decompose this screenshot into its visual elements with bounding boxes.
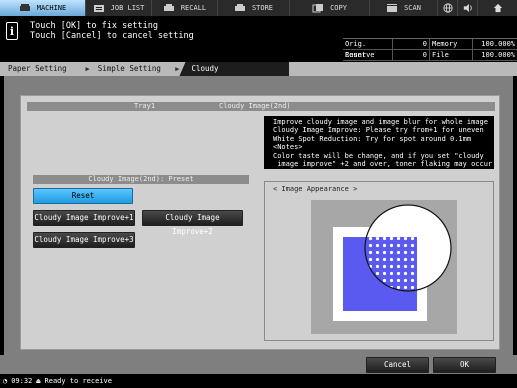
job-list-icon xyxy=(93,4,104,12)
tab-machine[interactable]: MACHINE xyxy=(0,0,86,16)
preset-header: Cloudy Image(2nd): Preset xyxy=(33,175,249,184)
tab-scan-label: SCAN xyxy=(404,4,421,12)
tab-store-label: STORE xyxy=(251,4,274,12)
recall-icon xyxy=(163,3,174,11)
volume-icon xyxy=(463,3,472,13)
scan-icon xyxy=(387,3,398,12)
cloudy-improve-3-button[interactable]: Cloudy Image Improve+3 xyxy=(33,232,135,248)
tab-job-list[interactable]: JOB LIST xyxy=(86,0,152,16)
tab-machine-label: MACHINE xyxy=(36,4,67,12)
volume-button[interactable] xyxy=(458,0,478,16)
status-footer: ◔ 09:32 ⏏ Ready to receive xyxy=(0,374,517,388)
breadcrumb-simple-setting[interactable]: Simple Setting xyxy=(90,62,176,76)
tray-label: Tray1 xyxy=(134,102,156,110)
globe-button[interactable] xyxy=(438,0,458,16)
image-appearance-title: < Image Appearance > xyxy=(273,185,358,193)
instruction-line-1: Touch [OK] to fix setting xyxy=(30,21,158,31)
chevron-right-icon: ▶ xyxy=(175,65,180,73)
reserve-job-value: 0 xyxy=(393,50,430,60)
tab-job-list-label: JOB LIST xyxy=(110,4,145,12)
instruction-line-2: Touch [Cancel] to cancel setting xyxy=(30,31,194,41)
copy-icon xyxy=(312,3,324,12)
printer-status-icon: ⏏ xyxy=(36,377,41,385)
counter-row: Orig. Count 0 Memory 100.000% xyxy=(343,39,517,59)
machine-icon xyxy=(19,3,30,11)
home-icon xyxy=(493,3,502,13)
tab-recall-label: RECALL xyxy=(180,4,207,12)
breadcrumb: Paper Setting ▶ Simple Setting ▶ Cloudy … xyxy=(0,62,517,76)
settings-panel: Tray1 Cloudy Image(2nd) Cloudy Image(2nd… xyxy=(20,95,500,350)
globe-icon xyxy=(442,3,453,13)
cloudy-improve-1-button[interactable]: Cloudy Image Improve+1 xyxy=(33,210,135,226)
reset-button[interactable]: Reset xyxy=(33,188,133,204)
cancel-button[interactable]: Cancel xyxy=(366,357,429,373)
store-icon xyxy=(234,3,245,11)
info-icon: i xyxy=(6,22,18,40)
footer-status: Ready to receive xyxy=(44,377,112,385)
panel-title: Cloudy Image(2nd) xyxy=(219,102,291,110)
image-appearance-box: < Image Appearance > xyxy=(264,181,494,341)
description-notes: Improve cloudy image and image blur for … xyxy=(264,116,494,169)
cloudy-improve-2-button[interactable]: Cloudy Image Improve+2 xyxy=(142,210,243,236)
counter-row: Reserve Job 0 File Amount 100.000% xyxy=(343,50,517,70)
file-amount-label: File Amount xyxy=(430,50,473,70)
home-button[interactable] xyxy=(478,0,517,16)
ok-button[interactable]: OK xyxy=(433,357,496,373)
tab-copy[interactable]: COPY xyxy=(290,0,370,16)
preset-group: Cloudy Image(2nd): Preset xyxy=(33,175,249,184)
counter-table: Orig. Count 0 Memory 100.000% Reserve Jo… xyxy=(343,38,517,70)
footer-time: 09:32 xyxy=(11,377,33,385)
image-appearance-preview xyxy=(311,200,457,334)
clock-icon: ◔ xyxy=(3,377,8,385)
instruction-message: Touch [OK] to fix setting Touch [Cancel]… xyxy=(30,21,194,41)
panel-title-bar: Tray1 Cloudy Image(2nd) xyxy=(27,102,495,111)
work-area: Tray1 Cloudy Image(2nd) Cloudy Image(2nd… xyxy=(4,76,513,374)
tab-scan[interactable]: SCAN xyxy=(370,0,438,16)
cloudy-preview-illustration xyxy=(333,204,452,321)
tab-recall[interactable]: RECALL xyxy=(152,0,218,16)
action-bar: Cancel OK xyxy=(0,355,517,374)
orig-count-value: 0 xyxy=(393,39,430,49)
file-amount-value: 100.000% xyxy=(481,51,515,59)
top-tab-bar: MACHINE JOB LIST RECALL STORE COPY SCAN xyxy=(0,0,517,16)
breadcrumb-paper-setting[interactable]: Paper Setting xyxy=(0,62,86,76)
memory-label: Memory xyxy=(430,39,473,49)
tab-copy-label: COPY xyxy=(330,4,347,12)
reserve-job-label: Reserve Job xyxy=(343,50,393,70)
tab-store[interactable]: STORE xyxy=(218,0,290,16)
memory-value: 100.000% xyxy=(481,40,515,48)
orig-count-label: Orig. Count xyxy=(343,39,393,59)
breadcrumb-current: Cloudy Image(2nd) xyxy=(179,62,290,76)
